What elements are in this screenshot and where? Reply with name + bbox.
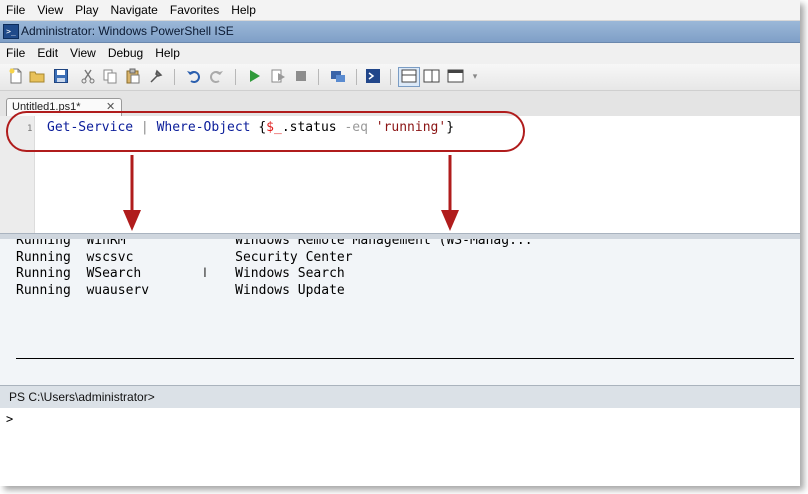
copy-icon[interactable] <box>102 68 118 84</box>
powershell-ise-window: File View Play Navigate Favorites Help >_ Adm… <box>0 0 800 486</box>
paste-icon[interactable] <box>125 68 141 84</box>
toolbar-separator <box>235 69 236 85</box>
start-powershell-icon[interactable] <box>365 68 381 84</box>
outer-menu-help[interactable]: Help <box>225 0 262 17</box>
output-divider <box>16 358 794 359</box>
save-icon[interactable] <box>53 68 69 84</box>
menu-file[interactable]: File <box>0 43 31 60</box>
toolbar-separator <box>390 69 391 85</box>
outer-menu-navigate[interactable]: Navigate <box>104 0 163 17</box>
title-bar: >_ Administrator: Windows PowerShell ISE <box>0 21 800 43</box>
menu-debug[interactable]: Debug <box>102 43 149 60</box>
toolbar-separator <box>318 69 319 85</box>
cut-icon[interactable] <box>80 68 96 84</box>
outer-menu-play[interactable]: Play <box>69 0 104 17</box>
text-cursor-icon: I <box>203 264 207 280</box>
run-icon[interactable] <box>246 68 262 84</box>
toolbar-separator <box>174 69 175 85</box>
layout-top-icon[interactable] <box>398 67 420 87</box>
layout-right-icon[interactable] <box>423 68 440 84</box>
new-icon[interactable] <box>8 68 24 84</box>
outer-menu-favorites[interactable]: Favorites <box>164 0 225 17</box>
outer-menu-file[interactable]: File <box>0 0 31 17</box>
toolbar: ▾ <box>0 64 800 91</box>
menu-view[interactable]: View <box>64 43 102 60</box>
redo-icon[interactable] <box>208 68 224 84</box>
powershell-ise-icon: >_ <box>3 24 19 39</box>
menu-edit[interactable]: Edit <box>31 43 64 60</box>
menu-bar: File Edit View Debug Help <box>0 43 800 63</box>
command-pane[interactable]: > <box>0 408 800 486</box>
stop-icon[interactable] <box>293 68 309 84</box>
undo-icon[interactable] <box>186 68 202 84</box>
toolbar-overflow-icon[interactable]: ▾ <box>470 68 480 84</box>
clear-icon[interactable] <box>148 68 164 84</box>
outer-menu-bar: File View Play Navigate Favorites Help <box>0 0 800 21</box>
layout-max-icon[interactable] <box>447 68 464 84</box>
prompt-bar: PS C:\Users\administrator> <box>0 385 800 409</box>
run-selection-icon[interactable] <box>270 68 286 84</box>
window-title: Administrator: Windows PowerShell ISE <box>21 24 234 38</box>
output-text: Running WinRM Windows Remote Management … <box>16 239 533 298</box>
toolbar-separator <box>356 69 357 85</box>
output-pane[interactable]: Running WinRM Windows Remote Management … <box>0 239 800 385</box>
open-icon[interactable] <box>29 68 45 84</box>
outer-menu-view[interactable]: View <box>31 0 69 17</box>
prompt-text: PS C:\Users\administrator> <box>9 390 155 404</box>
menu-help[interactable]: Help <box>149 43 186 60</box>
annotation-ellipse <box>6 111 525 152</box>
annotation-arrow-right <box>441 155 459 231</box>
new-remote-tab-icon[interactable] <box>330 68 346 84</box>
annotation-arrow-left <box>123 155 141 231</box>
command-caret: > <box>6 412 14 426</box>
